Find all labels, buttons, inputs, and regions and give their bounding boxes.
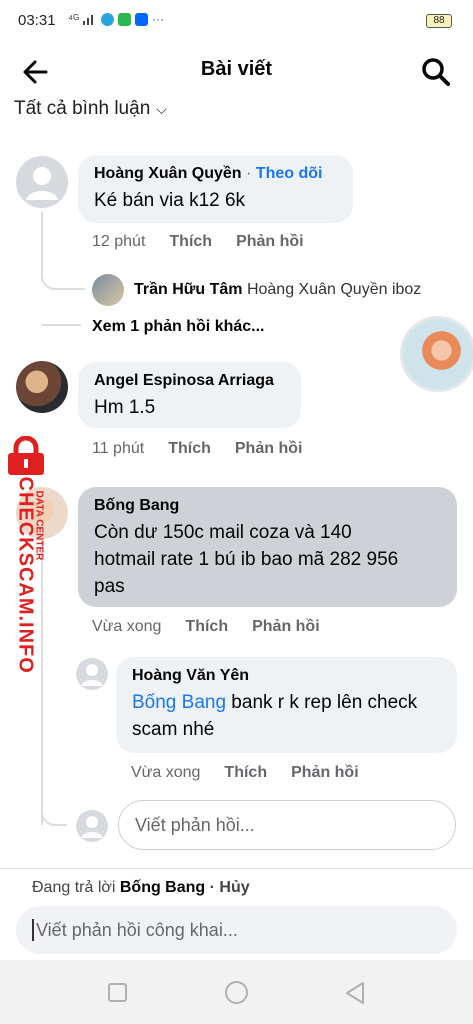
comment-actions: 12 phút Thích Phản hồi xyxy=(92,233,304,251)
thread-connector xyxy=(41,800,67,826)
default-avatar-icon xyxy=(81,816,103,838)
home-button[interactable] xyxy=(225,981,248,1004)
reply-text-line: bank r k rep lên check xyxy=(226,692,418,713)
reply-bubble: Hoàng Văn Yên Bống Bang bank r k rep lên… xyxy=(116,657,457,753)
comment-bubble: Angel Espinosa Arriaga Hm 1.5 xyxy=(78,362,301,428)
comment-author[interactable]: Hoàng Xuân Quyền xyxy=(94,165,242,182)
inline-reply-placeholder: Viết phản hồi... xyxy=(135,814,255,835)
thread-connector xyxy=(41,270,85,290)
signal-bars-icon xyxy=(83,15,94,25)
avatar[interactable] xyxy=(16,156,68,208)
comment-actions: 11 phút Thích Phản hồi xyxy=(92,440,302,458)
thread-line xyxy=(41,540,43,825)
like-button[interactable]: Thích xyxy=(224,764,267,782)
reply-author[interactable]: Hoàng Văn Yên xyxy=(132,667,441,685)
status-time: 03:31 xyxy=(18,12,56,29)
comment-header: Hoàng Xuân Quyền · Theo dõi xyxy=(94,165,337,183)
reply-preview[interactable]: Trần Hữu Tâm Hoàng Xuân Quyền iboz xyxy=(134,281,421,299)
avatar[interactable] xyxy=(92,274,124,306)
avatar[interactable] xyxy=(16,361,68,413)
comment-text: Ké bán via k12 6k xyxy=(94,190,246,211)
filter-label: Tất cả bình luận xyxy=(14,98,151,119)
comment-actions: Vừa xong Thích Phản hồi xyxy=(92,618,320,636)
default-avatar-icon xyxy=(26,167,58,200)
my-avatar xyxy=(76,810,108,842)
like-button[interactable]: Thích xyxy=(185,618,228,636)
text-caret xyxy=(32,919,34,941)
avatar[interactable] xyxy=(76,658,108,690)
line-icon xyxy=(118,12,132,26)
comment-filter-dropdown[interactable]: Tất cả bình luận ⌵ xyxy=(14,98,167,120)
default-avatar-icon xyxy=(81,664,103,686)
reply-time: Vừa xong xyxy=(131,764,201,781)
telegram-icon xyxy=(101,12,115,26)
inline-reply-input[interactable]: Viết phản hồi... xyxy=(118,800,456,850)
replying-prefix: Đang trả lời xyxy=(32,879,120,896)
reply-button[interactable]: Phản hồi xyxy=(235,440,303,458)
reply-preview-text: Hoàng Xuân Quyền iboz xyxy=(246,281,422,298)
reply-button[interactable]: Phản hồi xyxy=(236,233,304,251)
replying-name: Bống Bang xyxy=(119,879,206,896)
comment-text-line: Còn dư 150c mail coza và 140 xyxy=(94,522,352,543)
more-notifications-icon: ··· xyxy=(152,12,165,26)
nav-back-button[interactable] xyxy=(343,980,367,1006)
comment-text-line: hotmail rate 1 bú ib bao mã 282 956 xyxy=(94,549,399,570)
chevron-down-icon: ⌵ xyxy=(156,101,167,117)
search-icon xyxy=(422,58,450,86)
like-button[interactable]: Thích xyxy=(169,233,212,251)
comment-author[interactable]: Angel Espinosa Arriaga xyxy=(94,372,285,390)
page-title: Bài viết xyxy=(200,58,273,80)
comment-author[interactable]: Bống Bang xyxy=(94,497,441,515)
reply-preview-author: Trần Hữu Tâm xyxy=(134,281,243,298)
reply-text-line: scam nhé xyxy=(132,719,215,740)
chat-head-bubble[interactable] xyxy=(400,316,473,392)
public-reply-input[interactable]: Viết phản hồi công khai... xyxy=(16,906,457,954)
signal-icon: ⁴ᴳ xyxy=(68,12,80,26)
comment-time: 11 phút xyxy=(92,440,145,457)
comment-time: 12 phút xyxy=(92,233,146,250)
reply-button[interactable]: Phản hồi xyxy=(252,618,320,636)
thread-connector xyxy=(41,290,81,326)
replying-to-bar: Đang trả lời Bống Bang · Hủy xyxy=(0,868,473,908)
zalo-icon xyxy=(135,12,149,26)
watermark-brand: CHECKSCAM.INFO xyxy=(14,476,37,674)
comment-time: Vừa xong xyxy=(92,618,162,635)
comment-text: Hm 1.5 xyxy=(94,397,156,418)
reply-actions: Vừa xong Thích Phản hồi xyxy=(131,764,359,782)
search-button[interactable] xyxy=(420,56,452,88)
mention-link[interactable]: Bống Bang xyxy=(132,692,226,713)
comment-text-line: pas xyxy=(94,576,125,597)
battery-icon: 88 xyxy=(426,14,452,28)
reply-button[interactable]: Phản hồi xyxy=(291,764,359,782)
public-reply-placeholder: Viết phản hồi công khai... xyxy=(36,919,238,940)
comment-bubble: Bống Bang Còn dư 150c mail coza và 140 h… xyxy=(78,487,457,607)
comment-bubble: Hoàng Xuân Quyền · Theo dõi Ké bán via k… xyxy=(78,155,353,223)
cancel-reply-button[interactable]: · Hủy xyxy=(205,879,250,896)
follow-button[interactable]: Theo dõi xyxy=(256,165,323,182)
view-more-replies-link[interactable]: Xem 1 phản hồi khác... xyxy=(92,318,265,336)
dot-separator: · xyxy=(241,165,256,182)
status-icons: ⁴ᴳ ··· xyxy=(68,12,164,26)
reply-text: Bống Bang bank r k rep lên check xyxy=(132,689,441,716)
recent-apps-button[interactable] xyxy=(108,983,127,1002)
like-button[interactable]: Thích xyxy=(168,440,211,458)
